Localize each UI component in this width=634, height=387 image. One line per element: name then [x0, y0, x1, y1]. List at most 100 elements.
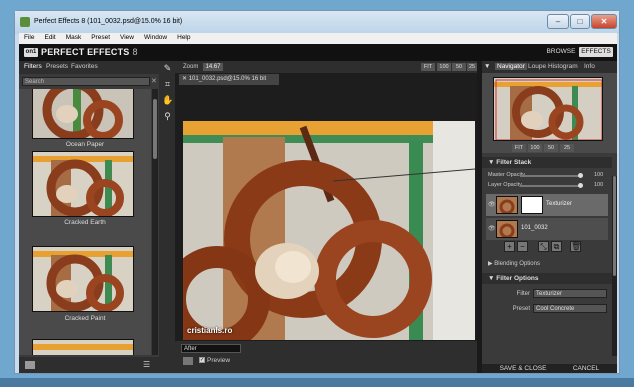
filter-thumb-cracked-earth[interactable]	[32, 151, 134, 217]
canvas-bottom-bar: After ✓ Preview	[175, 341, 477, 373]
layer-row-texturizer[interactable]: 👁 Texturizer	[486, 194, 608, 216]
browse-button[interactable]: BROWSE	[545, 47, 577, 57]
search-clear-icon[interactable]: ✕	[151, 77, 157, 85]
scroll-thumb[interactable]	[153, 99, 157, 159]
merge-layer-icon[interactable]: ⧉	[551, 241, 562, 252]
maximize-button[interactable]: □	[570, 14, 590, 29]
scroll-thumb[interactable]	[613, 176, 616, 276]
preset-label: Preset	[512, 306, 530, 312]
tab-navigator[interactable]: Navigator	[495, 63, 527, 70]
preview-checkbox[interactable]: ✓	[199, 357, 205, 364]
image-canvas[interactable]: cristianls.ro	[183, 121, 475, 340]
layer-name: 101_0032	[521, 225, 548, 231]
compare-icon[interactable]	[183, 357, 193, 365]
right-scrollbar[interactable]	[612, 176, 617, 356]
tools-bar: ✎ ⌗ ✋ ⚲	[159, 61, 175, 373]
menu-mask[interactable]: Mask	[61, 33, 87, 42]
right-footer: SAVE & CLOSE CANCEL	[482, 364, 617, 373]
filter-thumbnails: Ocean Paper Cracked Earth Cracked Paint	[19, 89, 151, 355]
tab-info[interactable]: Info	[584, 63, 595, 70]
master-opacity-value: 100	[594, 172, 604, 178]
menu-help[interactable]: Help	[172, 33, 195, 42]
filter-thumb-next[interactable]	[32, 339, 134, 355]
visibility-eye-icon[interactable]: 👁	[488, 201, 496, 208]
filter-thumb-ocean-paper[interactable]	[32, 89, 134, 139]
zoom-input[interactable]: 14.67	[203, 63, 223, 71]
slider-track[interactable]	[520, 185, 582, 187]
nav-100-button[interactable]: 100	[528, 144, 542, 152]
menu-window[interactable]: Window	[139, 33, 172, 42]
hand-tool-icon[interactable]: ✋	[162, 95, 173, 106]
preset-select-row: Preset Cool Concrete	[488, 304, 607, 313]
menu-bar: File Edit Mask Preset View Window Help	[19, 33, 617, 44]
navigator-thumbnail	[494, 78, 602, 140]
layer-opacity-label: Layer Opacity	[488, 182, 522, 188]
slider-track[interactable]	[520, 175, 582, 177]
tab-histogram[interactable]: Histogram	[548, 63, 578, 70]
preview-toggle[interactable]: ✓ Preview	[199, 357, 230, 364]
filter-options-title: Filter Options	[496, 275, 539, 282]
crop-tool-icon[interactable]: ⌗	[162, 79, 173, 90]
left-bottom-bar: ☰	[19, 357, 159, 373]
master-opacity-slider[interactable]: Master Opacity 100	[488, 172, 610, 180]
nav-fit-button[interactable]: FIT	[512, 144, 526, 152]
tab-filters[interactable]: Filters	[24, 63, 42, 70]
filter-stack-header[interactable]: ▼ Filter Stack	[482, 157, 612, 168]
layer-mask-thumbnail	[521, 196, 543, 214]
slider-knob[interactable]	[578, 173, 583, 178]
filter-thumb-cracked-paint[interactable]	[32, 246, 134, 312]
nav-50-button[interactable]: 50	[544, 144, 558, 152]
blending-options-toggle[interactable]: ▶ Blending Options	[488, 260, 540, 267]
menu-preset[interactable]: Preset	[86, 33, 115, 42]
zoom-50-button[interactable]: 50	[452, 63, 466, 71]
menu-view[interactable]: View	[115, 33, 139, 42]
menu-file[interactable]: File	[19, 33, 39, 42]
menu-edit[interactable]: Edit	[39, 33, 60, 42]
zoom-25-button[interactable]: 25	[467, 63, 477, 71]
zoom-label: Zoom	[183, 64, 199, 70]
filter-options-header[interactable]: ▼ Filter Options	[482, 273, 612, 284]
save-close-button[interactable]: SAVE & CLOSE	[494, 365, 552, 372]
blending-options-label: Blending Options	[494, 261, 540, 267]
navigator-preview[interactable]	[493, 77, 603, 141]
tab-presets[interactable]: Presets	[46, 63, 68, 70]
filter-select[interactable]: Texturizer	[533, 289, 607, 298]
collapse-arrow-icon[interactable]: ▼	[484, 63, 490, 70]
layer-opacity-slider[interactable]: Layer Opacity 100	[488, 182, 610, 190]
tab-favorites[interactable]: Favorites	[71, 63, 98, 70]
search-input[interactable]: Search	[22, 77, 150, 86]
add-layer-icon[interactable]: +	[504, 241, 515, 252]
tab-loupe[interactable]: Loupe	[528, 63, 546, 70]
list-view-icon[interactable]: ☰	[143, 360, 155, 369]
view-mode-select[interactable]: After	[181, 344, 241, 353]
zoom-fit-button[interactable]: FIT	[421, 63, 435, 71]
mask-tool-icon[interactable]: ⤡	[538, 241, 549, 252]
cancel-button[interactable]: CANCEL	[566, 365, 606, 372]
document-tab[interactable]: ✕ 101_0032.psd@15.0% 16 bit	[179, 74, 279, 85]
brush-tool-icon[interactable]: ✎	[162, 63, 173, 74]
zoom-100-button[interactable]: 100	[437, 63, 451, 71]
preset-select[interactable]: Cool Concrete	[533, 304, 607, 313]
watermark-text: cristianls.ro	[187, 326, 233, 335]
logo-text: PERFECT EFFECTS	[41, 47, 130, 57]
preview-label: Preview	[207, 357, 231, 364]
view-grid-icon[interactable]	[25, 361, 35, 369]
close-button[interactable]: ✕	[591, 14, 617, 29]
effects-button[interactable]: EFFECTS	[579, 47, 613, 57]
remove-layer-icon[interactable]: −	[517, 241, 528, 252]
canvas-toolbar: Zoom 14.67 FIT 100 50 25	[175, 61, 477, 73]
slider-knob[interactable]	[578, 183, 583, 188]
nav-25-button[interactable]: 25	[560, 144, 574, 152]
app-body: on1 PERFECT EFFECTS 8 BROWSE EFFECTS Filt…	[19, 44, 617, 373]
navigator-panel: FIT 100 50 25	[482, 73, 617, 153]
tab-close-icon[interactable]: ✕	[182, 76, 187, 82]
zoom-tool-icon[interactable]: ⚲	[162, 111, 173, 122]
layer-row-base[interactable]: 👁 101_0032	[486, 218, 608, 240]
pretzel-thumbnail	[33, 152, 133, 216]
trash-icon[interactable]: 🗑	[570, 241, 581, 252]
logo-version: 8	[132, 47, 138, 57]
filters-scrollbar[interactable]	[152, 89, 158, 355]
visibility-eye-icon[interactable]: 👁	[488, 225, 496, 232]
minimize-button[interactable]: –	[547, 14, 569, 29]
filter-label: Filter	[516, 291, 530, 297]
